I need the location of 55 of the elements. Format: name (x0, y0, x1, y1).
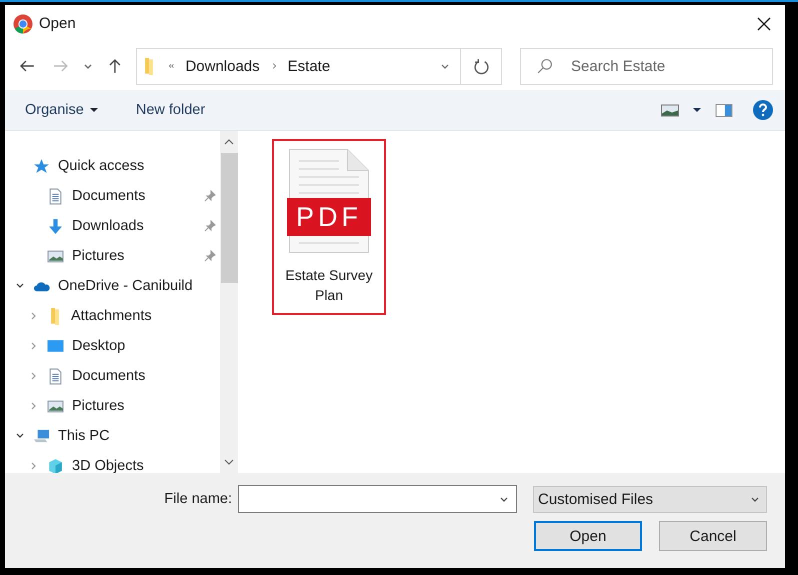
scroll-up-icon[interactable] (224, 139, 234, 145)
download-arrow-icon (47, 218, 64, 234)
computer-icon (33, 428, 50, 444)
preview-pane-icon[interactable] (715, 104, 733, 116)
pin-icon[interactable] (204, 250, 216, 262)
pin-icon[interactable] (204, 220, 216, 232)
refresh-icon[interactable] (472, 58, 490, 74)
document-icon (47, 368, 64, 384)
file-name-field[interactable] (238, 485, 517, 513)
back-arrow-icon[interactable] (19, 58, 35, 74)
sidebar-item[interactable]: Desktop (5, 331, 220, 361)
pin-icon[interactable] (204, 190, 216, 202)
sidebar-item[interactable]: OneDrive - Canibuild (5, 271, 220, 301)
sidebar-item[interactable]: Pictures (5, 391, 220, 421)
sidebar-item[interactable]: Downloads (5, 211, 220, 241)
file-type-dropdown[interactable]: Customised Files (533, 486, 767, 512)
desktop-icon (47, 338, 64, 354)
up-arrow-icon[interactable] (106, 58, 122, 74)
search-icon (536, 58, 554, 74)
scrollbar-thumb[interactable] (220, 153, 238, 283)
cube-icon (47, 458, 64, 473)
sidebar-item[interactable]: Attachments (5, 301, 220, 331)
file-name: Estate Survey Plan (284, 266, 374, 305)
new-folder-button[interactable]: New folder (124, 98, 218, 122)
scroll-down-icon[interactable] (224, 459, 234, 465)
folder-icon (145, 58, 154, 74)
scrollbar[interactable] (220, 131, 238, 473)
browser-logo-icon (13, 14, 33, 34)
sidebar-item[interactable]: Documents (5, 361, 220, 391)
address-bar[interactable]: Downloads Estate (136, 48, 502, 84)
breadcrumb-item[interactable]: Downloads (185, 58, 260, 74)
document-icon (47, 188, 64, 204)
organise-menu-button[interactable]: Organise (13, 98, 110, 122)
breadcrumb-item[interactable]: Estate (288, 58, 330, 74)
sidebar-item[interactable]: Pictures (5, 241, 220, 271)
double-chevron-icon (167, 62, 176, 70)
search-field[interactable]: Search Estate (520, 48, 774, 84)
close-icon[interactable] (757, 16, 771, 30)
sidebar-item[interactable]: Quick access (5, 151, 220, 181)
caret-icon[interactable] (693, 106, 701, 114)
sidebar-item[interactable]: This PC (5, 421, 220, 451)
star-icon (33, 158, 50, 174)
window-title: Open (39, 15, 77, 32)
open-button[interactable]: Open (534, 521, 642, 551)
file-name-label: File name: (164, 491, 232, 507)
file-item[interactable]: PDF Estate Survey Plan (272, 139, 386, 315)
sidebar-item[interactable]: Documents (5, 181, 220, 211)
caret-icon[interactable] (90, 108, 98, 112)
pictures-icon (47, 398, 64, 414)
sidebar-item[interactable]: 3D Objects (5, 451, 220, 473)
help-icon[interactable] (753, 100, 773, 120)
folder-icon (51, 308, 59, 324)
cancel-button[interactable]: Cancel (659, 521, 767, 551)
view-options-icon[interactable] (661, 104, 679, 116)
pictures-icon (47, 248, 64, 264)
